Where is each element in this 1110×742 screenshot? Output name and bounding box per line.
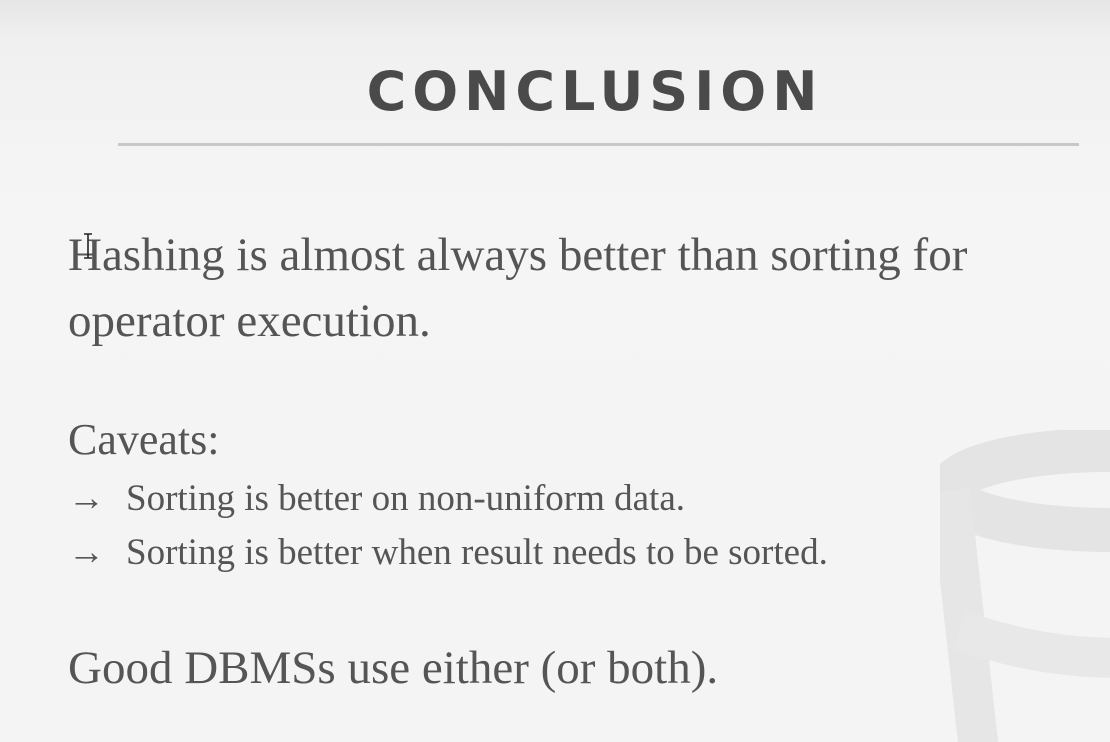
arrow-right-icon: → (68, 532, 105, 573)
database-logo-watermark (940, 430, 1110, 742)
caveat-item: → Sorting is better on non-uniform data. (68, 472, 828, 526)
caveat-text: Sorting is better on non-uniform data. (126, 478, 686, 519)
main-statement: Hashing is almost always better than sor… (68, 229, 968, 347)
closing-statement: Good DBMSs use either (or both). (68, 642, 719, 694)
arrow-right-icon: → (68, 478, 105, 519)
slide: CONCLUSION Hashing is almost always bett… (0, 0, 1110, 742)
caveats-label: Caveats: (68, 415, 220, 464)
caveat-text: Sorting is better when result needs to b… (126, 532, 828, 573)
ibeam-cursor-icon (84, 233, 92, 259)
caveat-item: → Sorting is better when result needs to … (68, 526, 828, 580)
title-divider (118, 143, 1079, 146)
slide-title: CONCLUSION (366, 60, 824, 123)
caveat-list: → Sorting is better on non-uniform data. … (68, 472, 828, 580)
